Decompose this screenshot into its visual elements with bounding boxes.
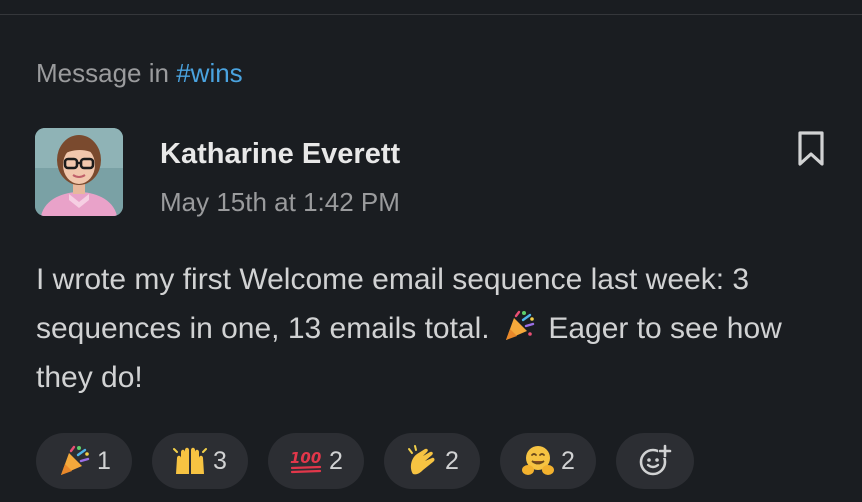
reaction-count: 1 <box>97 446 111 475</box>
add-emoji-reaction-icon <box>638 444 672 478</box>
tada-icon <box>57 444 91 478</box>
hundred-points-icon: 100 <box>289 444 323 478</box>
reaction-count: 2 <box>445 446 459 475</box>
tada-icon <box>502 309 536 343</box>
top-divider <box>0 14 862 15</box>
reaction-clapping-hands[interactable]: 2 <box>384 433 480 489</box>
reaction-tada[interactable]: 1 <box>36 433 132 489</box>
avatar[interactable] <box>35 128 123 216</box>
add-reaction-button[interactable] <box>616 433 694 489</box>
message-body: I wrote my first Welcome email sequence … <box>36 255 836 402</box>
reactions-bar: 1 3 100 2 2 2 <box>36 433 694 489</box>
reaction-count: 2 <box>329 446 343 475</box>
reaction-hugging-face[interactable]: 2 <box>500 433 596 489</box>
bookmark-icon[interactable] <box>796 130 826 168</box>
channel-link[interactable]: #wins <box>176 58 242 88</box>
reaction-count: 2 <box>561 446 575 475</box>
clapping-hands-icon <box>405 444 439 478</box>
avatar-photo <box>35 128 123 216</box>
message-timestamp[interactable]: May 15th at 1:42 PM <box>160 187 400 218</box>
context-prefix: Message in <box>36 58 169 88</box>
message-context: Message in #wins <box>36 58 243 89</box>
raised-hands-icon <box>173 444 208 478</box>
svg-text:100: 100 <box>290 449 321 467</box>
hugging-face-icon <box>521 444 555 478</box>
reaction-raised-hands[interactable]: 3 <box>152 433 248 489</box>
reaction-hundred-points[interactable]: 100 2 <box>268 433 364 489</box>
reaction-count: 3 <box>213 446 227 475</box>
author-name[interactable]: Katharine Everett <box>160 138 400 171</box>
